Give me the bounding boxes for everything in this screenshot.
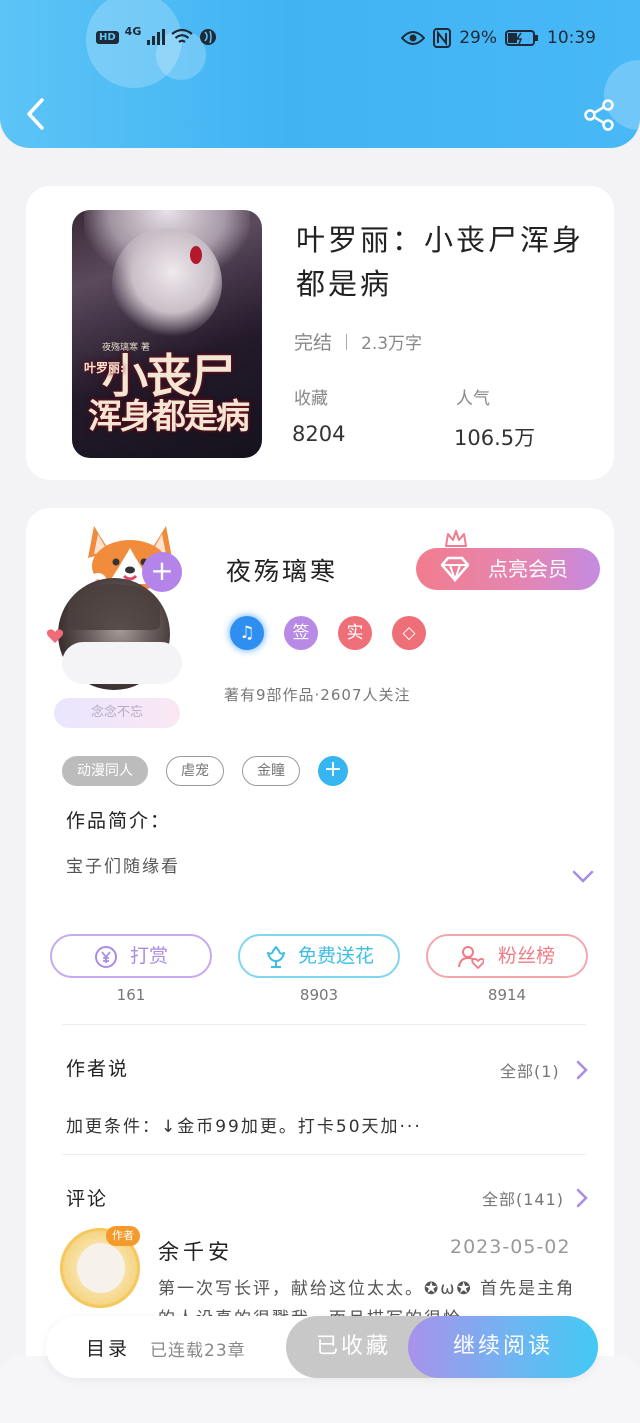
cover-art-face — [112, 228, 222, 338]
globe-icon — [200, 29, 217, 45]
wifi-icon — [171, 28, 194, 43]
back-button[interactable] — [22, 96, 52, 132]
heart-icon — [46, 629, 64, 643]
book-meta: 完结 2.3万字 — [294, 328, 422, 355]
avatar-frame-cloud — [62, 642, 182, 684]
tag-list: 动漫同人 虐宠 金瞳 + — [62, 756, 348, 786]
author-card: + 念念不忘 夜殇璃寒 点亮会员 ♫ 签实 ◇ 著有9部作品·2607人关注 动漫同… — [26, 508, 614, 1408]
meta-divider — [346, 333, 348, 350]
tip-button[interactable]: 打赏 — [50, 934, 212, 978]
fan-ranking-label: 粉丝榜 — [498, 945, 556, 967]
author-name[interactable]: 夜殇璃寒 — [226, 552, 338, 588]
section-divider — [62, 1024, 586, 1025]
send-flower-label: 免费送花 — [298, 945, 375, 967]
book-word-count: 2.3万字 — [361, 334, 423, 354]
network-label: 4G — [124, 24, 142, 38]
music-badge[interactable]: ♫ — [230, 616, 264, 650]
continue-reading-button[interactable]: 继续阅读 — [408, 1316, 598, 1378]
header-bar: HD 4G 29% 10:39 — [0, 0, 640, 148]
crown-icon — [445, 530, 467, 547]
chevron-right-icon[interactable] — [576, 1188, 588, 1208]
tag-item[interactable]: 金瞳 — [242, 756, 300, 786]
comments-title: 评论 — [66, 1188, 109, 1210]
comments-more-link[interactable]: 全部(141) — [482, 1186, 564, 1210]
eye-icon — [401, 31, 426, 45]
cover-art-accent — [190, 246, 202, 264]
fan-ranking-button[interactable]: 粉丝榜 — [426, 934, 588, 978]
flower-icon — [267, 946, 285, 968]
chevron-right-icon[interactable] — [576, 1060, 588, 1080]
signal-icon — [147, 29, 166, 45]
diamond-icon — [440, 556, 470, 582]
real-badge[interactable]: 实 — [338, 616, 372, 650]
sign-badge[interactable]: 签 — [284, 616, 318, 650]
flower-count: 8903 — [299, 986, 339, 1004]
tip-count: 161 — [116, 986, 146, 1004]
book-title: 叶罗丽：小丧尸浑身都是病 — [296, 223, 585, 301]
vip-button-label: 点亮会员 — [488, 557, 568, 581]
status-bar: HD 4G 29% 10:39 — [0, 24, 640, 56]
follow-plus-button[interactable]: + — [142, 552, 182, 592]
book-cover[interactable]: 夜殇璃寒 著 叶罗丽: 小丧尸 浑身都是病 — [72, 210, 262, 458]
cover-title-line2: 浑身都是病 — [88, 397, 250, 438]
nfc-icon — [433, 28, 452, 48]
fan-count: 8914 — [487, 986, 527, 1004]
send-flower-button[interactable]: 免费送花 — [238, 934, 400, 978]
author-says-title: 作者说 — [66, 1058, 130, 1080]
author-says-more-link[interactable]: 全部(1) — [500, 1058, 560, 1082]
serial-status: 已连载23章 — [150, 1341, 246, 1361]
share-button[interactable] — [582, 98, 616, 132]
cover-title-art: 叶罗丽: 小丧尸 浑身都是病 — [80, 352, 256, 436]
chevron-down-icon[interactable] — [572, 870, 594, 884]
diamond-badge[interactable]: ◇ — [392, 616, 426, 650]
chevron-left-icon — [27, 98, 44, 130]
hd-indicator: HD — [96, 30, 119, 44]
battery-icon — [505, 30, 538, 46]
commenter-name[interactable]: 余千安 — [158, 1236, 233, 1266]
book-status: 完结 — [294, 332, 333, 354]
comment-date: 2023-05-02 — [450, 1236, 571, 1258]
cover-title-line1: 小丧尸 — [102, 349, 236, 403]
avatar-hair — [68, 584, 160, 630]
activate-vip-button[interactable]: 点亮会员 — [416, 548, 600, 590]
author-note-text[interactable]: 加更条件：↓金币99加更。打卡50天加··· — [66, 1112, 422, 1137]
intro-label: 作品简介： — [66, 810, 172, 832]
tag-item[interactable]: 动漫同人 — [62, 756, 148, 786]
avatar-name-tag: 念念不忘 — [54, 698, 180, 728]
popularity-value: 106.5万 — [454, 426, 536, 450]
yen-coin-icon — [95, 946, 117, 968]
author-follow-info: 著有9部作品·2607人关注 — [224, 686, 411, 704]
tip-button-label: 打赏 — [130, 945, 169, 967]
battery-percent: 29% — [459, 28, 497, 48]
commenter-avatar-art — [77, 1243, 125, 1293]
share-icon — [584, 99, 614, 131]
add-tag-button[interactable]: + — [318, 756, 348, 786]
clock: 10:39 — [547, 28, 596, 48]
section-divider — [62, 1154, 586, 1155]
author-badges: ♫ 签实 ◇ — [230, 616, 426, 650]
book-info-card: 夜殇璃寒 著 叶罗丽: 小丧尸 浑身都是病 叶罗丽：小丧尸浑身都是病 完结 2.… — [26, 186, 614, 480]
favorites-value: 8204 — [292, 422, 346, 446]
author-badge: 作者 — [106, 1226, 140, 1246]
bottom-action-bar: 目录 已连载23章 已收藏 继续阅读 — [46, 1316, 598, 1378]
cover-series: 叶罗丽: — [84, 361, 125, 375]
table-of-contents-button[interactable]: 目录 — [86, 1334, 130, 1361]
favorites-label: 收藏 — [294, 389, 328, 409]
popularity-label: 人气 — [456, 389, 490, 409]
tag-item[interactable]: 虐宠 — [166, 756, 224, 786]
user-heart-icon — [458, 946, 484, 969]
intro-text: 宝子们随缘看 — [66, 857, 180, 877]
